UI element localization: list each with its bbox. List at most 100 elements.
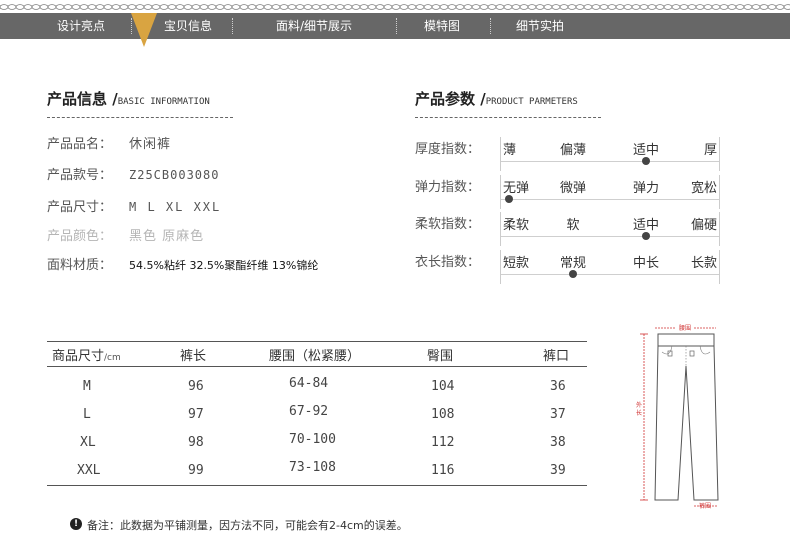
param-option: 宽松 — [690, 181, 717, 196]
chain-link — [175, 4, 185, 10]
param-option: 弹力 — [632, 181, 660, 196]
info-value: 黑色 原麻色 — [129, 229, 205, 244]
table-header-rule — [47, 366, 587, 367]
table-cell: 38 — [550, 435, 566, 450]
nav-item-detail[interactable]: 细节实拍 — [506, 13, 574, 39]
chain-link — [415, 4, 425, 10]
param-selected-dot — [569, 270, 577, 278]
chain-link — [503, 4, 513, 10]
param-scale: 薄 偏薄 适中 厚 — [500, 137, 720, 171]
chain-link — [647, 4, 657, 10]
chain-link — [111, 4, 121, 10]
chain-link — [47, 4, 57, 10]
param-option: 适中 — [632, 218, 660, 233]
param-option: 微弹 — [559, 181, 587, 196]
chain-link — [527, 4, 537, 10]
param-label: 厚度指数： — [415, 142, 481, 157]
chain-link — [671, 4, 681, 10]
chain-link — [239, 4, 249, 10]
chain-link — [751, 4, 761, 10]
table-cell: 98 — [188, 435, 204, 450]
chain-link — [295, 4, 305, 10]
param-track — [501, 236, 719, 237]
param-option: 厚 — [703, 143, 717, 158]
nav-separator — [232, 18, 233, 34]
info-row-size: 产品尺寸： M L XL XXL — [47, 196, 221, 215]
chain-link — [327, 4, 337, 10]
param-track — [501, 274, 719, 275]
param-label: 弹力指数： — [415, 180, 481, 195]
chain-link — [351, 4, 361, 10]
chain-link — [775, 4, 785, 10]
chain-link — [455, 4, 465, 10]
chain-link — [191, 4, 201, 10]
table-header-hip: 臀围 — [427, 349, 454, 364]
table-cell: 64-84 — [289, 376, 329, 391]
nav-item-model[interactable]: 模特图 — [412, 13, 472, 39]
param-option: 无弹 — [503, 181, 530, 196]
table-cell: 97 — [188, 407, 204, 422]
param-option: 长款 — [690, 256, 717, 271]
chain-link — [663, 4, 673, 10]
chain-link — [71, 4, 81, 10]
product-info-title-cn: 产品信息 / — [47, 90, 118, 108]
param-label: 柔软指数： — [415, 217, 481, 232]
chain-link — [783, 4, 790, 10]
chain-link — [439, 4, 449, 10]
table-cell: 37 — [550, 407, 566, 422]
chain-link — [767, 4, 777, 10]
chain-link — [151, 4, 161, 10]
info-label: 产品品名： — [47, 137, 113, 152]
table-cell: 73-108 — [289, 460, 336, 475]
table-cell: M — [83, 379, 91, 394]
chain-link — [119, 4, 129, 10]
trouser-outline-icon — [640, 323, 719, 507]
chain-link — [711, 4, 721, 10]
chain-link — [55, 4, 65, 10]
param-label: 衣长指数： — [415, 255, 481, 270]
nav-item-fabric[interactable]: 面料/细节展示 — [256, 13, 372, 39]
product-params-title: 产品参数 /PRODUCT PARMETERS — [415, 88, 578, 109]
chain-link — [607, 4, 617, 10]
chain-link — [567, 4, 577, 10]
param-option: 中长 — [632, 256, 660, 271]
chain-link — [375, 4, 385, 10]
chain-link — [679, 4, 689, 10]
info-value: Z25CB003080 — [129, 168, 220, 182]
nav-separator — [396, 18, 397, 34]
chain-link — [87, 4, 97, 10]
chain-link — [447, 4, 457, 10]
chain-link — [591, 4, 601, 10]
chain-link — [159, 4, 169, 10]
chain-link — [727, 4, 737, 10]
chain-link — [287, 4, 297, 10]
table-cell: XXL — [77, 463, 101, 478]
chain-link — [0, 4, 9, 10]
chain-link — [343, 4, 353, 10]
chain-link — [319, 4, 329, 10]
chain-link — [215, 4, 225, 10]
chain-link — [615, 4, 625, 10]
param-option: 薄 — [503, 143, 517, 158]
chain-link — [183, 4, 193, 10]
param-scale: 无弹 微弹 弹力 宽松 — [500, 175, 720, 209]
diagram-label-hem: 裤围 — [699, 503, 712, 510]
info-row-name: 产品品名： 休闲裤 — [47, 133, 171, 152]
chain-link — [479, 4, 489, 10]
chain-link — [735, 4, 745, 10]
chain-link — [423, 4, 433, 10]
chain-link — [167, 4, 177, 10]
nav-item-design[interactable]: 设计亮点 — [40, 13, 122, 39]
chain-link — [231, 4, 241, 10]
table-cell: 116 — [431, 463, 455, 478]
table-cell: 112 — [431, 435, 455, 450]
info-label: 产品款号： — [47, 168, 113, 183]
nav-item-product-info[interactable]: 宝贝信息 — [152, 13, 224, 39]
chain-link — [743, 4, 753, 10]
note-text: 备注：此数据为平铺测量，因方法不同，可能会有2-4cm的误差。 — [87, 519, 408, 532]
param-option: 短款 — [503, 256, 530, 271]
chain-link — [639, 4, 649, 10]
chain-link — [399, 4, 409, 10]
chain-link — [575, 4, 585, 10]
table-cell: 104 — [431, 379, 455, 394]
